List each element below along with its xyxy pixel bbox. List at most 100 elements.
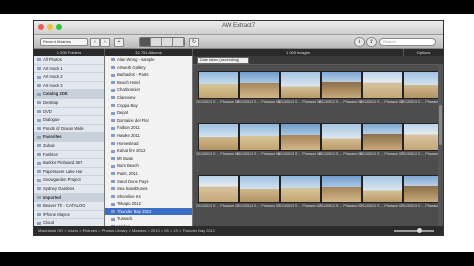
sidebar-item[interactable]: Cloud	[34, 219, 104, 226]
folder-item[interactable]: Shoreline Ks	[105, 193, 192, 201]
sidebar-item[interactable]: Desktop	[34, 99, 104, 108]
sidebar-item[interactable]: Favorites	[34, 133, 104, 142]
photo-caption: 20130513 S ... Pharaon 064	[360, 100, 403, 104]
photo-thumbnail[interactable]: 20130513 S ... Pharaon 060	[196, 69, 239, 112]
folder-item[interactable]: Artwerk Gallery	[105, 64, 192, 72]
folder-item-label: Beach Hotel	[117, 79, 140, 85]
photo-image	[280, 123, 321, 151]
folder-item[interactable]: Mt Swan	[105, 155, 192, 163]
folder-icon	[111, 210, 115, 214]
sidebar-item-label: All Photos	[43, 57, 62, 62]
sidebar-item[interactable]: Beaver Th - CATALOG	[34, 202, 104, 211]
sidebar-item-label: Art Hack 3	[43, 82, 63, 88]
split-view-icon[interactable]	[162, 38, 173, 46]
sidebar-item[interactable]: DVD	[34, 108, 104, 117]
vertical-scrollbar[interactable]	[438, 65, 443, 226]
folder-item[interactable]: Domaine del Flor	[105, 117, 192, 125]
photo-thumbnail[interactable]: 20130513 S ... Pharaon 063	[319, 69, 362, 112]
photo-thumbnail[interactable]: 20130513 S ... Pharaon 069	[319, 121, 362, 164]
photo-thumbnail[interactable]: 20130513 S ... Pharaon 061	[237, 69, 280, 112]
sidebar-item[interactable]: Dialogue	[34, 116, 104, 125]
sidebar-item[interactable]: Sydney Gardens	[34, 185, 104, 194]
zoom-slider-knob[interactable]	[417, 228, 422, 233]
search-input[interactable]: Search	[379, 38, 436, 46]
photo-thumbnail[interactable]: 20130513 S ... Pharaon 073	[237, 173, 280, 216]
sidebar-item[interactable]: Fashion	[34, 151, 104, 160]
photo-thumbnail[interactable]: 20130513 S ... Pharaon 076	[360, 173, 403, 216]
folder-icon	[111, 134, 115, 138]
folder-icon	[111, 103, 115, 107]
zoom-slider[interactable]	[394, 230, 434, 232]
import-button[interactable]: +	[114, 38, 124, 47]
folder-item[interactable]: Nurs Beach	[105, 162, 192, 170]
back-button[interactable]: ‹	[90, 38, 100, 47]
folder-item-label: Coppa Bay	[117, 102, 138, 108]
folder-item[interactable]: Sand Dune Pays	[105, 178, 192, 186]
folder-item[interactable]: Alan Wong - sample	[105, 56, 192, 64]
photo-thumbnail[interactable]: 20130513 S ... Pharaon 072	[196, 173, 239, 216]
library-dropdown[interactable]: Recent libraries	[40, 38, 88, 46]
path-text: Macintosh HD > Users > Pictures > Photos…	[38, 228, 216, 233]
fullscreen-view-icon[interactable]	[173, 38, 184, 46]
list-view-icon[interactable]	[151, 38, 162, 46]
sidebar-item[interactable]: Imported	[34, 193, 104, 203]
folder-item[interactable]: Hawke 2011	[105, 132, 192, 140]
sidebar-item[interactable]: iPhone Mayne	[34, 211, 104, 220]
album-icon	[37, 84, 41, 88]
album-icon	[37, 144, 41, 148]
view-mode-segmented[interactable]	[139, 37, 185, 47]
album-icon	[37, 58, 41, 62]
grid-view-icon[interactable]	[140, 38, 151, 46]
folder-item[interactable]: Barbados - Parts	[105, 71, 192, 79]
folder-item[interactable]: Coppa Bay	[105, 102, 192, 110]
sidebar-item[interactable]: Art Hack 3	[34, 82, 104, 91]
folder-item[interactable]: Charbonnier	[105, 86, 192, 94]
folder-item[interactable]: Thunder Bay 2012	[105, 207, 192, 216]
folder-item[interactable]: Clareview	[105, 94, 192, 102]
folder-item-label: Depot	[117, 110, 129, 116]
rotate-button[interactable]: ↻	[189, 38, 199, 47]
thumbnail-grid: 20130513 S ... Pharaon 060 20130513 S ...…	[193, 65, 443, 226]
folder-item[interactable]: Tussock	[105, 215, 192, 223]
sidebar-item-label: Ponds of Ocean Wide	[43, 125, 84, 131]
photo-thumbnail[interactable]: 20130513 S ... Pharaon 075	[319, 173, 362, 216]
sidebar-item[interactable]: Art Hack 2	[34, 73, 104, 82]
folder-item[interactable]: Falbon 2011	[105, 124, 192, 132]
sidebar-item[interactable]: Papersaver Lake Hur	[34, 168, 104, 177]
sidebar-item[interactable]: Catalog 2DE	[34, 90, 104, 99]
sidebar-item[interactable]: Snowgarden Project	[34, 176, 104, 185]
photo-thumbnail[interactable]: 20130513 S ... Pharaon 064	[360, 69, 403, 112]
album-icon	[37, 109, 41, 113]
folder-item[interactable]: Tekapo 2012	[105, 200, 192, 208]
sidebar-item[interactable]: Zuhair	[34, 142, 104, 151]
folder-item[interactable]: Homestead	[105, 140, 192, 148]
sidebar-item[interactable]: Art Hack 1	[34, 65, 104, 74]
photo-thumbnail[interactable]: 20130513 S ... Pharaon 068	[278, 121, 321, 164]
options-link[interactable]: Options	[404, 49, 443, 56]
photo-thumbnail[interactable]: 20130513 S ... Pharaon 067	[237, 121, 280, 164]
folder-item[interactable]: Paint, 2011	[105, 170, 192, 178]
video-letterbox-bottom	[0, 252, 474, 266]
sidebar-item-label: Sydney Gardens	[43, 185, 75, 191]
sidebar-item[interactable]: All Photos	[34, 56, 104, 65]
sidebar-item[interactable]: Ponds of Ocean Wide	[34, 125, 104, 134]
photo-thumbnail[interactable]: 20130513 S ... Pharaon 066	[196, 121, 239, 164]
sort-dropdown[interactable]: Date taken (ascending)	[197, 57, 249, 64]
sidebar-item-label: Barklor Pinboard 367	[43, 160, 83, 166]
album-icon	[37, 170, 41, 174]
path-bar: Macintosh HD > Users > Pictures > Photos…	[34, 226, 443, 235]
folder-item[interactable]: Depot	[105, 109, 192, 117]
info-button[interactable]: i	[354, 37, 365, 47]
folder-icon	[111, 73, 115, 77]
folder-item[interactable]: Kahat fire 2012	[105, 147, 192, 155]
folder-icon	[111, 179, 115, 183]
folder-item[interactable]: Beach Hotel	[105, 79, 192, 87]
photo-thumbnail[interactable]: 20130513 S ... Pharaon 062	[278, 69, 321, 112]
photo-thumbnail[interactable]: 20130513 S ... Pharaon 074	[278, 173, 321, 216]
scrollbar-thumb[interactable]	[439, 105, 442, 145]
photo-thumbnail[interactable]: 20130513 S ... Pharaon 070	[360, 121, 403, 164]
sidebar-item[interactable]: Barklor Pinboard 367	[34, 159, 104, 168]
folder-item[interactable]: Sea SandDunes	[105, 185, 192, 193]
forward-button[interactable]: ›	[100, 38, 110, 47]
share-button[interactable]: ⇪	[366, 37, 377, 47]
